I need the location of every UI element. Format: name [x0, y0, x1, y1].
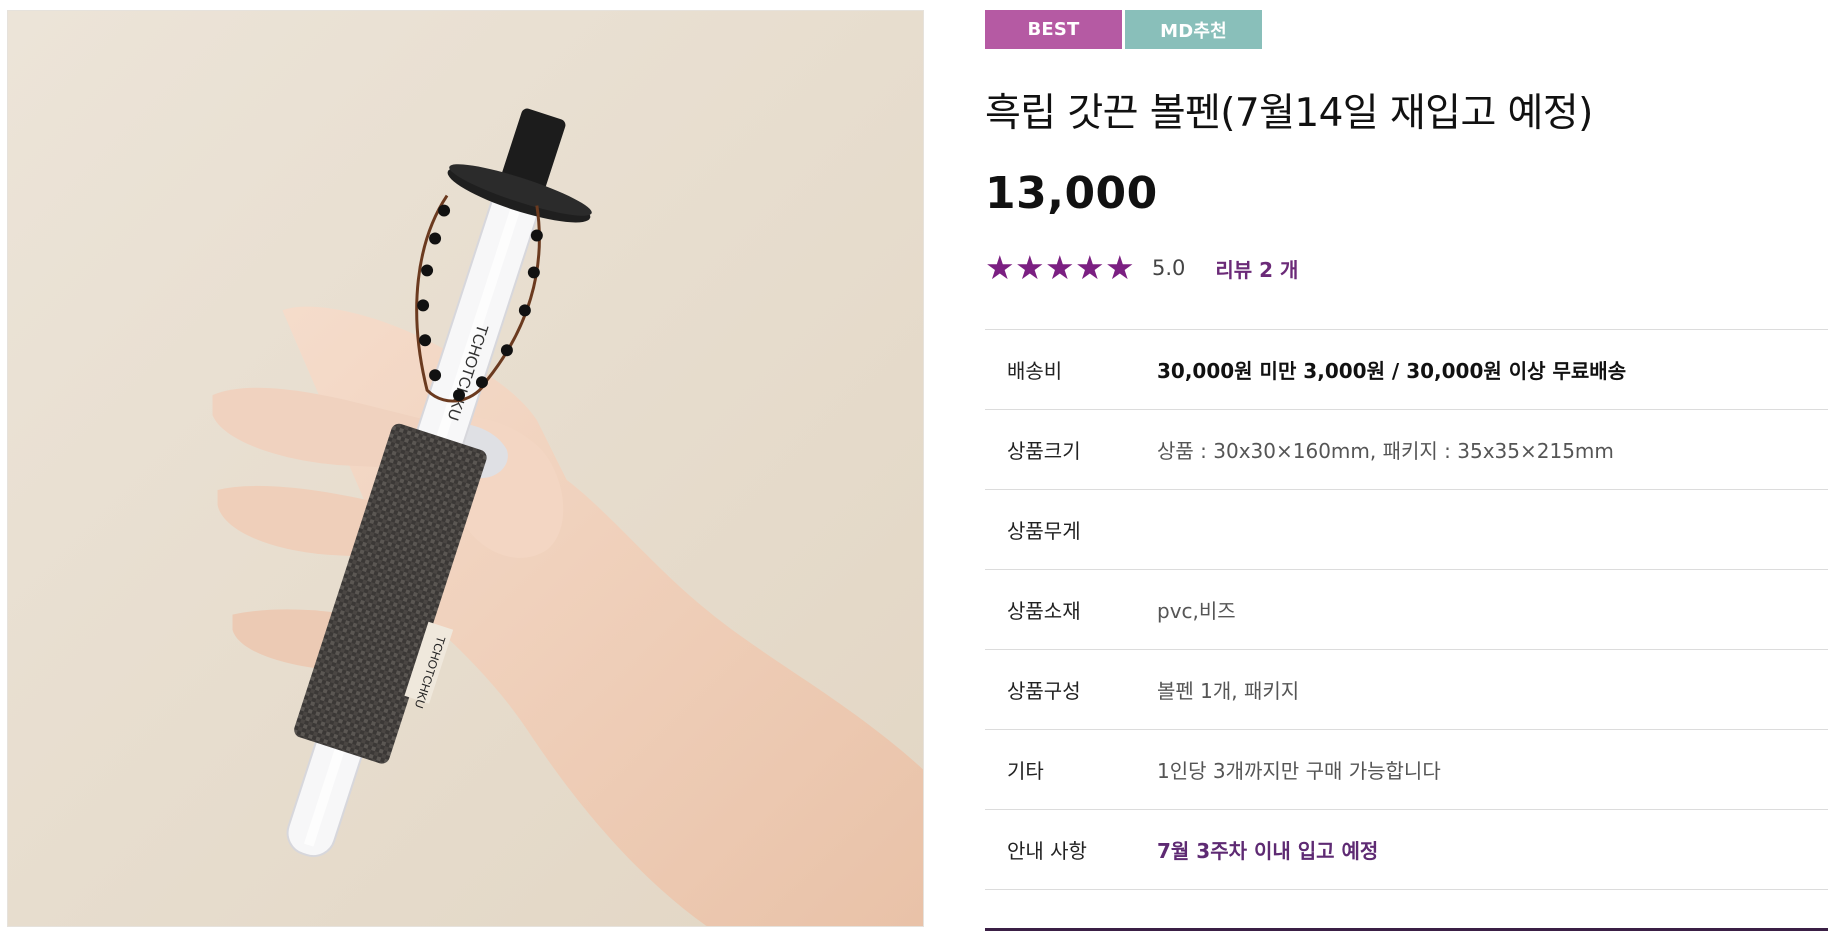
spec-table: 배송비 30,000원 미만 3,000원 / 30,000원 이상 무료배송 …	[985, 329, 1828, 890]
rating-score: 5.0	[1152, 256, 1186, 280]
product-info-panel: BEST MD추천 흑립 갓끈 볼펜(7월14일 재입고 예정) 13,000 …	[985, 10, 1828, 933]
rating-row: ★ ★ ★ ★ ★ 5.0 리뷰 2 개	[985, 251, 1828, 285]
spec-row-etc: 기타 1인당 3개까지만 구매 가능합니다	[985, 730, 1828, 810]
spec-value: 상품 : 30x30×160mm, 패키지 : 35x35×215mm	[1157, 439, 1614, 463]
star-icon: ★	[1045, 248, 1075, 287]
spec-row-contents: 상품구성 볼펜 1개, 패키지	[985, 650, 1828, 730]
spec-label: 상품소재	[1007, 599, 1081, 623]
spec-value: 7월 3주차 이내 입고 예정	[1157, 839, 1379, 863]
spec-label: 배송비	[1007, 359, 1063, 383]
spec-value: 1인당 3개까지만 구매 가능합니다	[1157, 759, 1441, 783]
badge-group: BEST MD추천	[985, 10, 1828, 49]
star-rating: ★ ★ ★ ★ ★	[985, 248, 1135, 287]
best-badge: BEST	[985, 10, 1122, 49]
product-price: 13,000	[985, 168, 1158, 219]
spec-row-size: 상품크기 상품 : 30x30×160mm, 패키지 : 35x35×215mm	[985, 410, 1828, 490]
spec-label: 기타	[1007, 759, 1044, 783]
product-photo-illustration: TCHOTCHKU TCHOTCHKU	[8, 11, 923, 926]
spec-value: 30,000원 미만 3,000원 / 30,000원 이상 무료배송	[1157, 359, 1627, 383]
star-icon: ★	[1105, 248, 1135, 287]
spec-label: 상품구성	[1007, 679, 1081, 703]
spec-row-notice: 안내 사항 7월 3주차 이내 입고 예정	[985, 810, 1828, 890]
spec-row-weight: 상품무게	[985, 490, 1828, 570]
star-icon: ★	[1015, 248, 1045, 287]
star-icon: ★	[1075, 248, 1105, 287]
product-image[interactable]: TCHOTCHKU TCHOTCHKU	[7, 10, 924, 927]
section-divider	[985, 928, 1828, 931]
spec-row-shipping: 배송비 30,000원 미만 3,000원 / 30,000원 이상 무료배송	[985, 330, 1828, 410]
spec-label: 상품무게	[1007, 519, 1081, 543]
review-count-link[interactable]: 리뷰 2 개	[1215, 254, 1298, 283]
spec-label: 안내 사항	[1007, 839, 1087, 863]
product-title: 흑립 갓끈 볼펜(7월14일 재입고 예정)	[985, 91, 1593, 136]
spec-label: 상품크기	[1007, 439, 1081, 463]
md-pick-badge: MD추천	[1125, 10, 1262, 49]
spec-row-material: 상품소재 pvc,비즈	[985, 570, 1828, 650]
spec-value: pvc,비즈	[1157, 599, 1236, 623]
star-icon: ★	[985, 248, 1015, 287]
spec-value: 볼펜 1개, 패키지	[1157, 679, 1300, 703]
